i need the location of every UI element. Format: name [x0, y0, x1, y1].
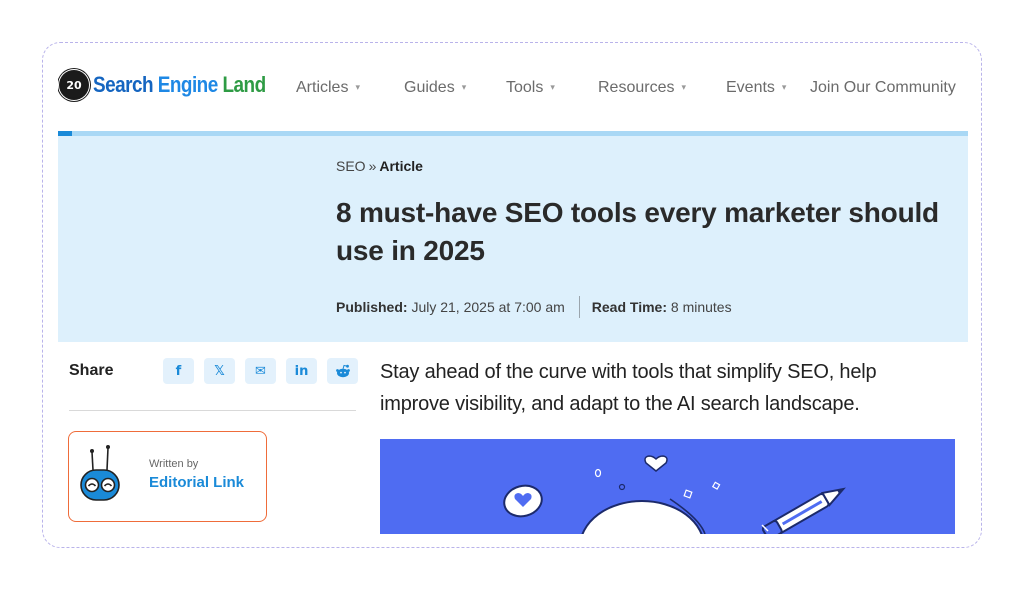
logo-word-land: Land — [222, 72, 266, 97]
logo-wordmark: Search Engine Land — [93, 72, 266, 98]
nav-item-guides[interactable]: Guides ▾ — [404, 79, 466, 97]
nav-item-label: Tools — [506, 79, 544, 96]
linkedin-icon: in — [294, 363, 309, 379]
logo-word-engine: Engine — [157, 72, 218, 97]
breadcrumb: SEO» Article — [336, 158, 423, 174]
x-icon: 𝕏 — [214, 363, 225, 379]
robot-avatar-icon — [80, 445, 120, 501]
share-buttons: f 𝕏 ✉ in — [163, 358, 368, 384]
chevron-down-icon: ▾ — [461, 82, 467, 92]
article-hero-image — [380, 439, 955, 534]
nav-item-tools[interactable]: Tools ▾ — [506, 79, 555, 97]
nav-item-label: Resources — [598, 79, 675, 96]
share-email-button[interactable]: ✉ — [245, 358, 276, 384]
nav-item-label: Guides — [404, 79, 455, 96]
share-linkedin-button[interactable]: in — [286, 358, 317, 384]
chevron-down-icon: ▾ — [681, 82, 687, 92]
anniversary-badge-icon: 20 — [61, 72, 87, 98]
nav-item-resources[interactable]: Resources ▾ — [598, 79, 686, 97]
nav-item-label: Articles — [296, 79, 349, 96]
nav-item-label: Join Our Community — [810, 79, 956, 96]
nav-item-label: Events — [726, 79, 775, 96]
chevron-down-icon: ▾ — [355, 82, 360, 92]
share-divider — [69, 410, 356, 411]
share-x-button[interactable]: 𝕏 — [204, 358, 235, 384]
chevron-down-icon: ▾ — [781, 82, 787, 92]
nav-item-events[interactable]: Events ▾ — [726, 79, 786, 97]
written-by-label: Written by — [149, 458, 199, 470]
nav-item-articles[interactable]: Articles ▾ — [296, 79, 360, 97]
meta-divider — [578, 296, 580, 318]
read-time-value: 8 minutes — [670, 299, 732, 315]
article-page: 20 Search Engine Land Articles ▾ Guides ▾ … — [58, 58, 968, 534]
site-logo[interactable]: 20 Search Engine Land — [61, 72, 294, 98]
email-icon: ✉ — [255, 363, 266, 379]
breadcrumb-section-link[interactable]: SEO — [336, 158, 366, 174]
nav-item-join-community[interactable]: Join Our Community — [810, 79, 956, 97]
share-facebook-button[interactable]: f — [163, 358, 194, 384]
site-header: 20 Search Engine Land Articles ▾ Guides ▾ … — [58, 58, 968, 118]
logo-word-search: Search — [93, 72, 154, 97]
article-hero: SEO» Article 8 must-have SEO tools every … — [58, 136, 968, 342]
published-label: Published: — [336, 299, 408, 315]
chevron-down-icon: ▾ — [550, 82, 555, 92]
read-time-label: Read Time: — [591, 299, 667, 315]
share-reddit-button[interactable] — [327, 358, 358, 384]
author-card[interactable]: Written by Editorial Link — [68, 431, 267, 522]
article-meta: Published: July 21, 2025 at 7:00 am Read… — [336, 296, 732, 318]
author-name-link[interactable]: Editorial Link — [149, 474, 244, 491]
published-date: July 21, 2025 at 7:00 am — [411, 299, 565, 315]
facebook-icon: f — [175, 363, 182, 379]
breadcrumb-separator: » — [368, 158, 377, 174]
breadcrumb-current: Article — [379, 158, 423, 174]
share-label: Share — [69, 362, 114, 379]
article-lede: Stay ahead of the curve with tools that … — [380, 361, 877, 415]
hero-illustration — [503, 455, 846, 534]
reddit-icon — [335, 364, 350, 378]
article-title: 8 must-have SEO tools every marketer sho… — [336, 197, 939, 266]
